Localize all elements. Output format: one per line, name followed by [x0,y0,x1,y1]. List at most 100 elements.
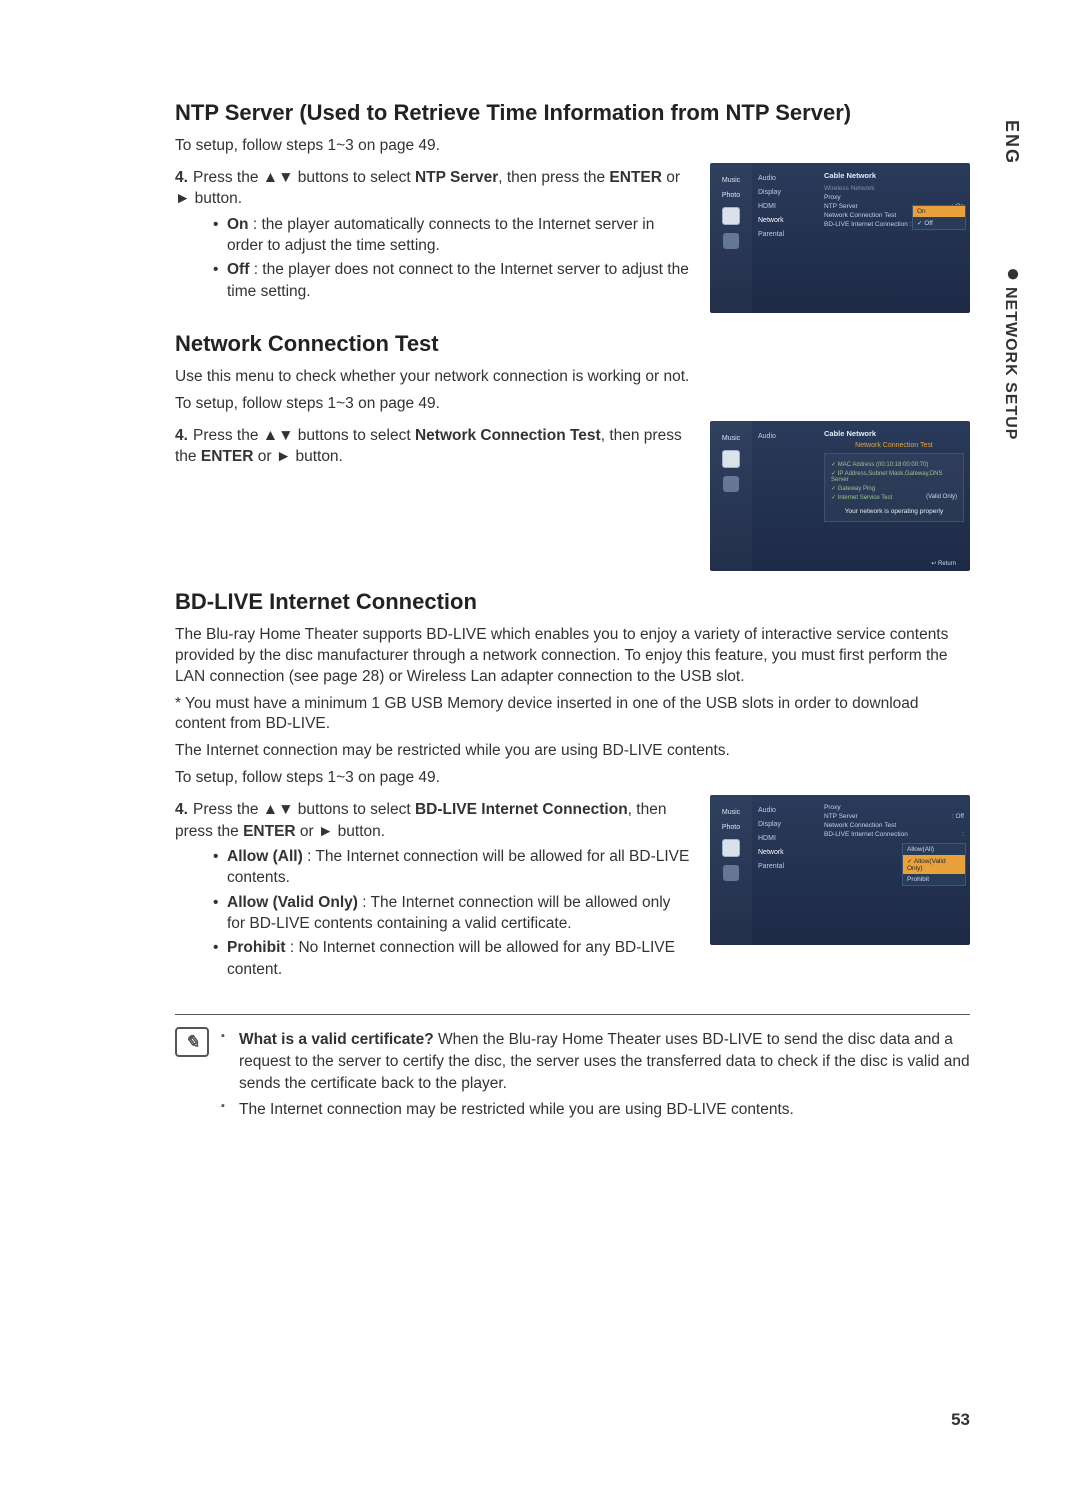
cat-display: Display [756,187,814,198]
row-wireless: Wireless Network [824,185,875,192]
pane-header: Cable Network [824,171,964,180]
ntp-title: NTP Server (Used to Retrieve Time Inform… [175,100,970,126]
text: or [253,448,275,465]
cat-display: Display [756,819,814,830]
gear-icon [722,207,740,225]
nct-intro2: To setup, follow steps 1~3 on page 49. [175,394,970,415]
text: button. [333,823,385,840]
cat-audio: Audio [756,431,814,442]
cat-network: Network [756,847,814,858]
nav-photo: Photo [722,824,740,831]
bd-step-4: 4.Press the ▲▼ buttons to select BD-LIVE… [175,799,692,842]
text: : the player does not connect to the Int… [227,261,689,299]
text: buttons to select [293,801,415,818]
note-item-2: The Internet connection may be restricte… [221,1099,970,1121]
row-valid: (Valid Only) [926,494,957,501]
row-ip: ✓ IP Address,Subnet Mask,Gateway,DNS Ser… [831,470,957,483]
row-ntp: NTP Server [824,203,858,210]
nav-photo: Photo [722,192,740,199]
ntp-intro: To setup, follow steps 1~3 on page 49. [175,136,970,157]
row-bdlive-val: : [962,831,964,838]
bd-title: BD-LIVE Internet Connection [175,589,970,615]
label-enter: ENTER [201,448,254,465]
language-tag: ENG [1001,120,1022,165]
bd-p3: The Internet connection may be restricte… [175,741,970,762]
section-tag: NETWORK SETUP [1001,287,1019,440]
bd-option-prohibit: Prohibit : No Internet connection will b… [213,937,692,980]
label-enter: ENTER [609,169,662,186]
label-allow-valid: Allow (Valid Only) [227,894,358,911]
bullet-icon: ● [1001,265,1025,283]
text: Press the [193,427,263,444]
row-mac: ✓ MAC Address (00:10:18:00:00:70) [831,461,928,468]
osd-categories: Audio Display HDMI Network Parental [752,163,818,313]
side-tab: ENG ● NETWORK SETUP [1001,120,1025,440]
osd-settings-pane: Proxy NTP Server: Off Network Connection… [818,795,970,945]
pane-header: Cable Network [824,429,964,438]
cat-parental: Parental [756,861,814,872]
text: : No Internet connection will be allowed… [227,939,675,977]
osd-screenshot-nct: Music Audio Cable Network Network Connec… [710,421,970,571]
text: button. [190,190,242,207]
gear-icon [722,450,740,468]
ntp-option-on: On : the player automatically connects t… [213,214,692,257]
text: Press the [193,801,263,818]
opt-on: On [913,206,965,217]
text: or [296,823,318,840]
step-number: 4. [175,425,193,446]
text: , then press the [498,169,609,186]
ntp-step-4: 4.Press the ▲▼ buttons to select NTP Ser… [175,167,692,210]
nav-music: Music [722,809,740,816]
opt-allow-valid: ✓ Allow(Valid Only) [903,855,965,874]
cat-audio: Audio [756,173,814,184]
step-number: 4. [175,799,193,820]
text: button. [291,448,343,465]
note-list: What is a valid certificate? When the Bl… [221,1025,970,1125]
updown-icon: ▲▼ [263,427,294,444]
play-icon: ► [318,823,333,840]
bd-option-all: Allow (All) : The Internet connection wi… [213,846,692,889]
bd-p1: The Blu-ray Home Theater supports BD-LIV… [175,625,970,688]
updown-icon: ▲▼ [263,801,294,818]
label-enter: ENTER [243,823,296,840]
step-number: 4. [175,167,193,188]
nav-music: Music [722,435,740,442]
home-icon [723,865,739,881]
text: The Internet connection may be restricte… [239,1101,794,1118]
play-icon: ► [276,448,291,465]
text: buttons to select [293,169,415,186]
label-ntp-server: NTP Server [415,169,498,186]
row-ntp-val: : Off [952,813,964,820]
label-nct: Network Connection Test [415,427,601,444]
manual-page: ENG ● NETWORK SETUP NTP Server (Used to … [0,0,1080,1485]
gear-icon [722,839,740,857]
opt-prohibit: Prohibit [903,874,965,885]
nav-music: Music [722,177,740,184]
nct-popup-title: Network Connection Test [824,442,964,449]
row-gateway: ✓ Gateway Ping [831,485,875,492]
nct-step-4: 4.Press the ▲▼ buttons to select Network… [175,425,692,468]
label-off: Off [227,261,249,278]
return-label: ↩ Return [931,560,956,567]
row-bdlive: BD-LIVE Internet Connection [824,221,908,228]
note-item-1: What is a valid certificate? When the Bl… [221,1029,970,1095]
label-bdlive: BD-LIVE Internet Connection [415,801,628,818]
home-icon [723,476,739,492]
nct-test-box: ✓ MAC Address (00:10:18:00:00:70) ✓ IP A… [824,453,964,522]
osd-popup-bdlive: Allow(All) ✓ Allow(Valid Only) Prohibit [902,843,966,886]
label-allow-all: Allow (All) [227,848,303,865]
bd-p2: * You must have a minimum 1 GB USB Memor… [175,694,970,736]
text: buttons to select [293,427,415,444]
note-icon: ✎ [175,1027,209,1057]
text: : the player automatically connects to t… [227,216,654,254]
note-block: ✎ What is a valid certificate? When the … [175,1025,970,1125]
bd-p4: To setup, follow steps 1~3 on page 49. [175,768,970,789]
row-bdlive: BD-LIVE Internet Connection [824,831,908,838]
row-isp: ✓ Internet Service Test [831,494,892,501]
note-divider [175,1014,970,1015]
osd-left-nav: Music [710,421,752,571]
nct-intro1: Use this menu to check whether your netw… [175,367,970,388]
text: or [662,169,680,186]
label-on: On [227,216,249,233]
osd-categories: Audio [752,421,818,571]
